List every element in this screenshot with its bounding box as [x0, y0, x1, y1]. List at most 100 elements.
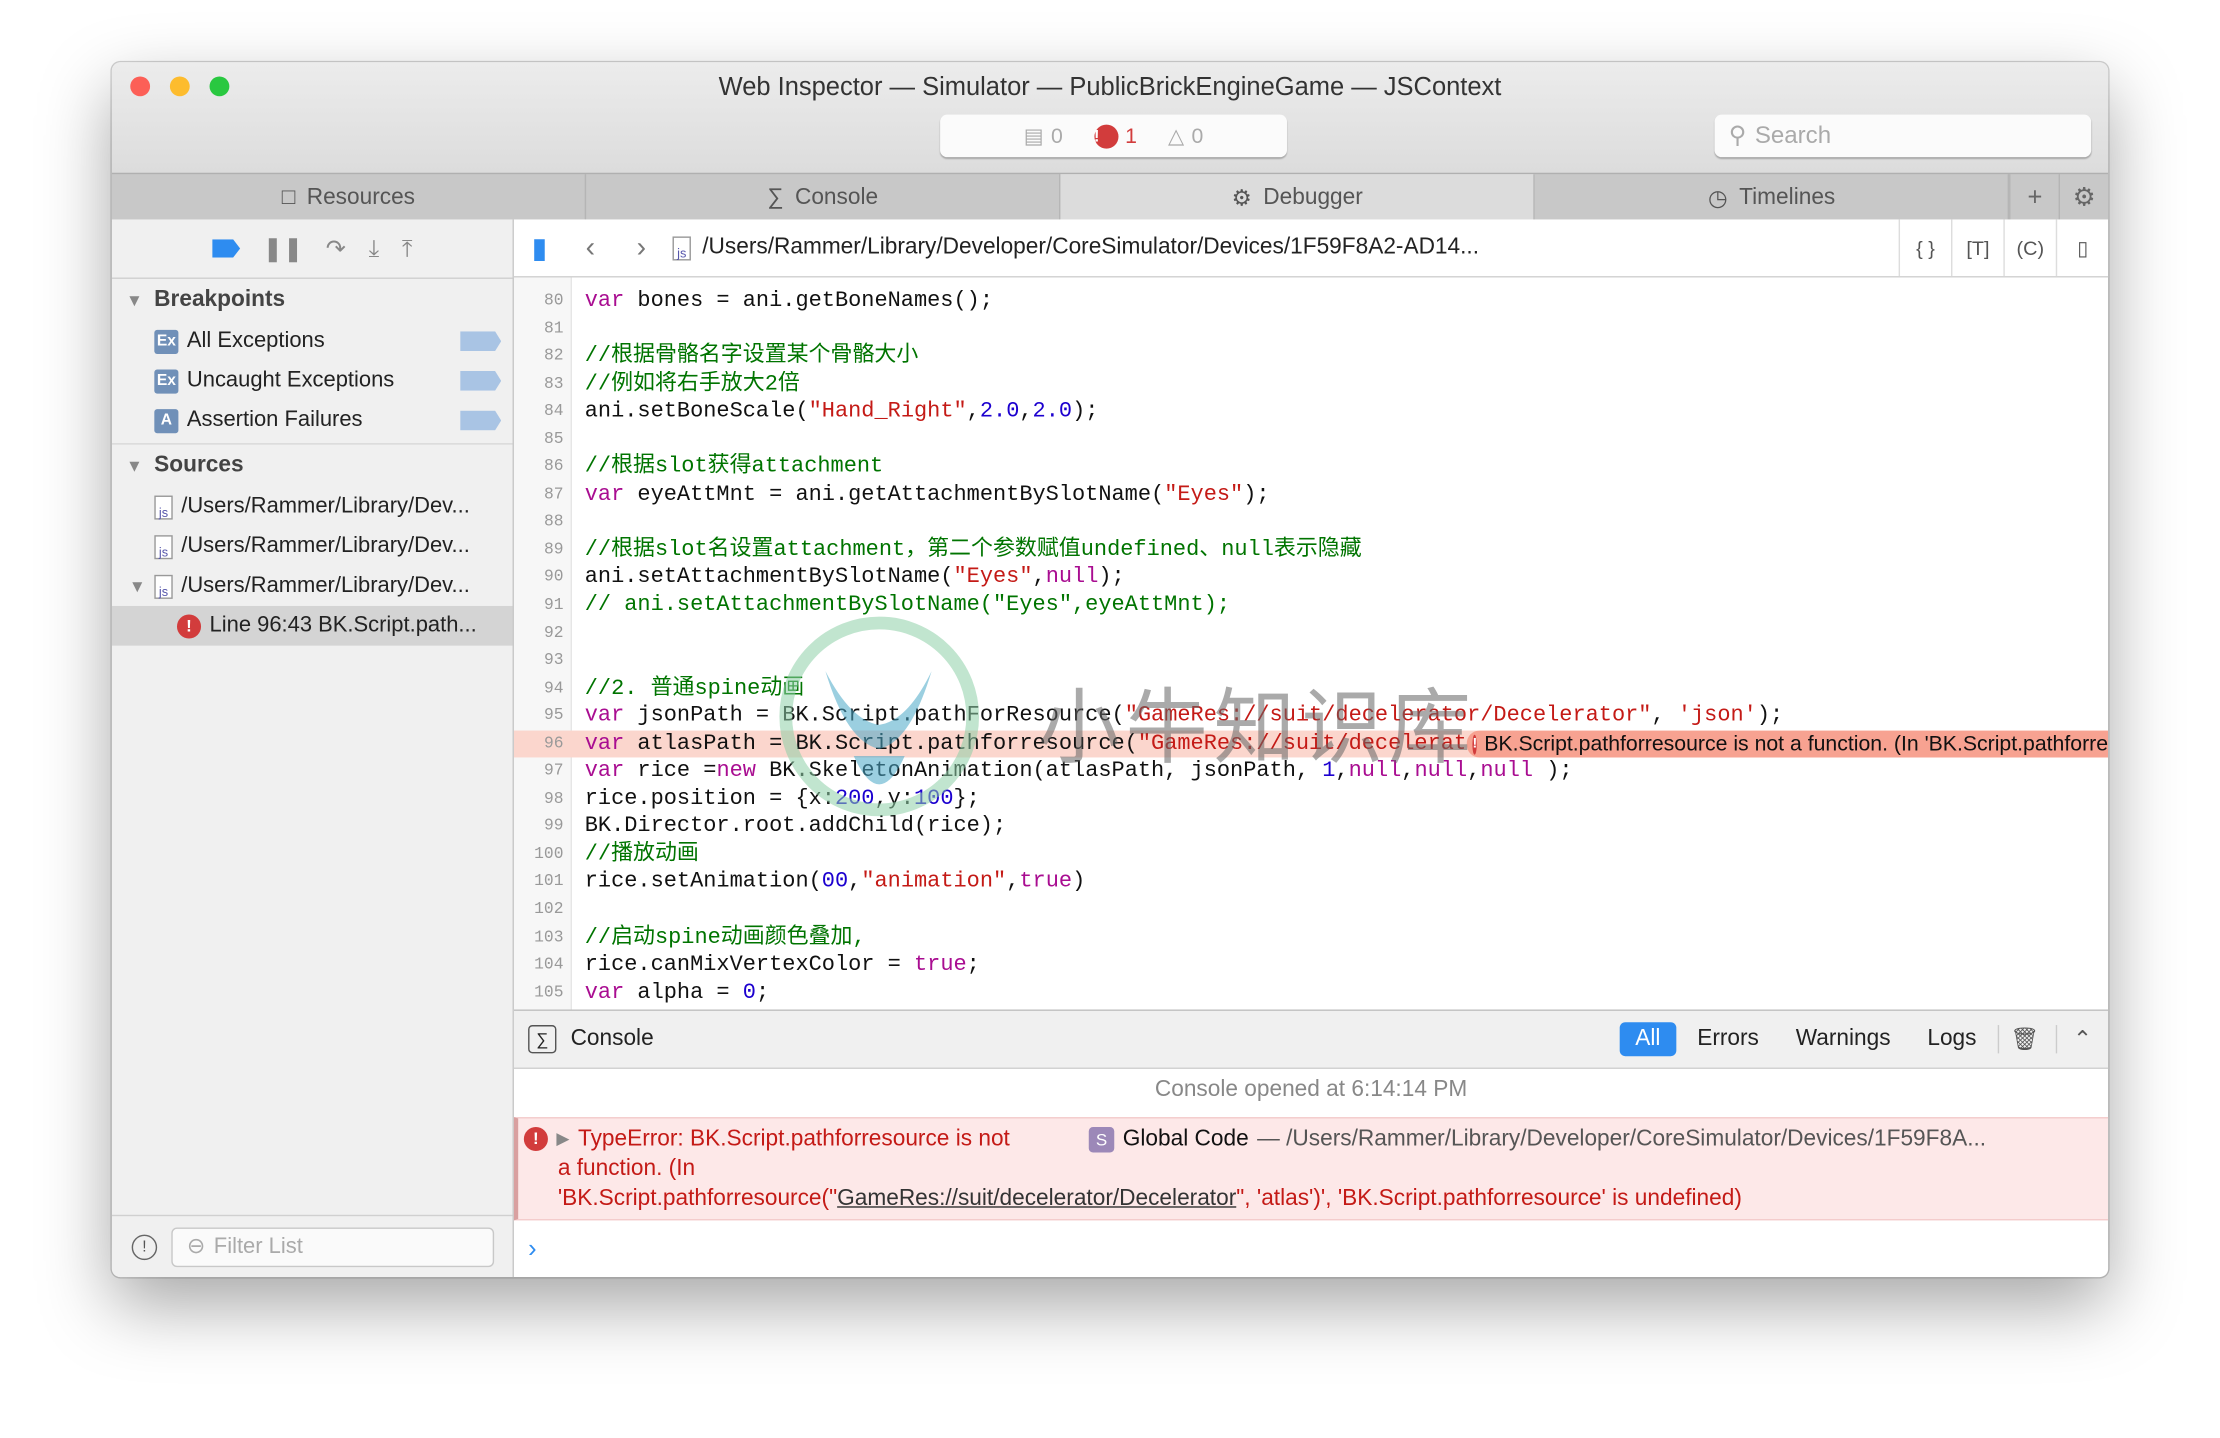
line-number[interactable]: 92: [514, 620, 564, 648]
breakpoint-assertion-failures[interactable]: A Assertion Failures: [112, 401, 513, 441]
code-line[interactable]: 84 ani.setBoneScale("Hand_Right",2.0,2.0)…: [514, 398, 2108, 426]
line-number[interactable]: 87: [514, 481, 564, 509]
pretty-print-icon[interactable]: { }: [1898, 219, 1951, 277]
line-number[interactable]: 81: [514, 315, 564, 343]
filter-input[interactable]: ⊖ Filter List: [171, 1226, 495, 1267]
line-number[interactable]: 99: [514, 813, 564, 841]
errors-count[interactable]: ! 1: [1093, 123, 1137, 148]
line-number[interactable]: 105: [514, 979, 563, 1007]
line-number[interactable]: 80: [514, 287, 564, 315]
line-number[interactable]: 89: [514, 536, 564, 564]
settings-button[interactable]: ⚙: [2058, 174, 2108, 221]
tab-timelines[interactable]: ◷ Timelines: [1535, 174, 2010, 221]
clear-console-icon[interactable]: 🗑: [1997, 1025, 2050, 1054]
back-icon[interactable]: ‹: [565, 231, 616, 264]
forward-icon[interactable]: ›: [616, 231, 667, 264]
filter-options-icon[interactable]: !: [131, 1233, 158, 1260]
console-error-message[interactable]: ! ▶ TypeError: BK.Script.pathforresource i…: [513, 1117, 2109, 1221]
toggle-sidebar-icon[interactable]: ▮: [514, 230, 565, 265]
resource-link[interactable]: GameRes://suit/decelerator/Decelerator: [837, 1186, 1236, 1210]
breakpoint-flag-icon[interactable]: [460, 370, 502, 391]
scope-all[interactable]: All: [1619, 1022, 1676, 1057]
line-number[interactable]: 84: [514, 398, 564, 426]
code-line[interactable]: 88: [514, 509, 2108, 537]
code-line[interactable]: 91 // ani.setAttachmentBySlotName("Eyes",…: [514, 592, 2108, 620]
line-number[interactable]: 98: [514, 786, 564, 814]
toggle-details-sidebar-icon[interactable]: ▯: [2055, 219, 2108, 277]
new-tab-button[interactable]: +: [2009, 174, 2059, 221]
code-line[interactable]: 104 rice.canMixVertexColor = true;: [514, 952, 2108, 980]
code-line[interactable]: 93: [514, 647, 2108, 675]
source-item[interactable]: js/Users/Rammer/Library/Dev...: [112, 527, 513, 567]
expand-triangle-icon[interactable]: ▶: [556, 1124, 569, 1154]
scope-errors[interactable]: Errors: [1682, 1022, 1775, 1056]
code-line[interactable]: 99 BK.Director.root.addChild(rice);: [514, 813, 2108, 841]
code-line[interactable]: 95 var jsonPath = BK.Script.pathForResour…: [514, 703, 2108, 731]
disclosure-down-icon[interactable]: ▼: [129, 576, 146, 596]
line-number[interactable]: 93: [514, 647, 564, 675]
source-item[interactable]: js/Users/Rammer/Library/Dev...: [112, 487, 513, 527]
sources-header[interactable]: ▼ Sources: [111, 443, 513, 487]
warnings-count[interactable]: △ 0: [1168, 123, 1203, 149]
code-line[interactable]: 94 //2. 普通spine动画: [514, 675, 2108, 703]
breakpoints-header[interactable]: ▼ Breakpoints: [112, 279, 513, 321]
line-number[interactable]: 85: [514, 426, 564, 454]
source-location-link[interactable]: — /Users/Rammer/Library/Developer/CoreSi…: [1257, 1124, 1986, 1154]
breakpoint-flag-icon[interactable]: [460, 331, 502, 352]
code-editor[interactable]: 80 var bones = ani.getBoneNames(); 81 82 //根…: [513, 277, 2109, 1010]
line-number[interactable]: 90: [514, 564, 564, 592]
source-item[interactable]: ▼ js/Users/Rammer/Library/Dev...: [112, 566, 513, 606]
step-over-icon[interactable]: ↷: [326, 234, 346, 262]
tab-resources[interactable]: □ Resources: [112, 174, 587, 221]
code-line[interactable]: 98 rice.position = {x:200,y:100};: [514, 786, 2108, 814]
code-line[interactable]: 96 var atlasPath = BK.Script.pathforresou…: [513, 730, 2109, 758]
call-frame-name[interactable]: Global Code: [1123, 1124, 1249, 1154]
scope-warnings[interactable]: Warnings: [1780, 1022, 1906, 1056]
code-line[interactable]: 103 //启动spine动画颜色叠加,: [514, 924, 2108, 952]
code-line[interactable]: 105 var alpha = 0;: [514, 979, 2108, 1007]
code-line[interactable]: 92: [514, 620, 2108, 648]
breakpoint-flag-icon[interactable]: [460, 410, 502, 431]
line-number[interactable]: 95: [514, 703, 564, 731]
code-line[interactable]: 90 ani.setAttachmentBySlotName("Eyes",nul…: [514, 564, 2108, 592]
code-coverage-icon[interactable]: (C): [2003, 219, 2055, 277]
code-line[interactable]: 100 //播放动画: [514, 841, 2108, 869]
step-into-icon[interactable]: ⤓: [369, 234, 380, 262]
logs-count[interactable]: ▤ 0: [1024, 123, 1063, 149]
code-line[interactable]: 82 //根据骨骼名字设置某个骨骼大小: [514, 343, 2108, 371]
type-profiler-icon[interactable]: [T]: [1951, 219, 2003, 277]
status-counts[interactable]: ▤ 0 ! 1 △ 0: [940, 114, 1287, 158]
line-number[interactable]: 82: [514, 343, 564, 371]
breakpoints-toggle-icon[interactable]: [211, 239, 241, 258]
console-prompt[interactable]: ›: [514, 1220, 2108, 1264]
code-line[interactable]: 89 //根据slot名设置attachment，第二个参数赋值undefined…: [514, 536, 2108, 564]
line-number[interactable]: 97: [514, 758, 564, 786]
code-line[interactable]: 85: [514, 426, 2108, 454]
code-line[interactable]: 80 var bones = ani.getBoneNames();: [514, 287, 2108, 315]
code-line[interactable]: 83 //例如将右手放大2倍: [514, 370, 2108, 398]
code-line[interactable]: 81: [514, 315, 2108, 343]
code-line[interactable]: 97 var rice =new BK.SkeletonAnimation(atl…: [514, 758, 2108, 786]
line-number[interactable]: 101: [514, 869, 563, 897]
issue-item[interactable]: ! Line 96:43 BK.Script.path...: [111, 605, 513, 646]
code-line[interactable]: 102: [514, 896, 2108, 924]
collapse-console-icon[interactable]: ⌃: [2055, 1025, 2108, 1054]
search-field[interactable]: ⚲ Search: [1714, 114, 2092, 158]
line-number[interactable]: 88: [514, 509, 564, 537]
scope-logs[interactable]: Logs: [1912, 1022, 1992, 1056]
code-line[interactable]: 87 var eyeAttMnt = ani.getAttachmentBySlo…: [514, 481, 2108, 509]
step-out-icon[interactable]: ⤒: [402, 234, 413, 262]
line-number[interactable]: 100: [514, 841, 563, 869]
breakpoint-all-exceptions[interactable]: Ex All Exceptions: [112, 321, 513, 361]
code-line[interactable]: 86 //根据slot获得attachment: [514, 453, 2108, 481]
line-number[interactable]: 91: [514, 592, 564, 620]
line-number[interactable]: 83: [514, 370, 564, 398]
tab-debugger[interactable]: ⚙ Debugger: [1060, 174, 1536, 221]
code-line[interactable]: 101 rice.setAnimation(00,"animation",true…: [514, 869, 2108, 897]
pause-icon[interactable]: ❚❚: [263, 234, 303, 262]
line-number[interactable]: 103: [514, 924, 563, 952]
line-number[interactable]: 104: [514, 952, 563, 980]
line-number[interactable]: 102: [514, 896, 563, 924]
breakpoint-uncaught-exceptions[interactable]: Ex Uncaught Exceptions: [112, 361, 513, 401]
inline-error-bubble[interactable]: ! BK.Script.pathforresource is not a func…: [1466, 730, 2109, 758]
